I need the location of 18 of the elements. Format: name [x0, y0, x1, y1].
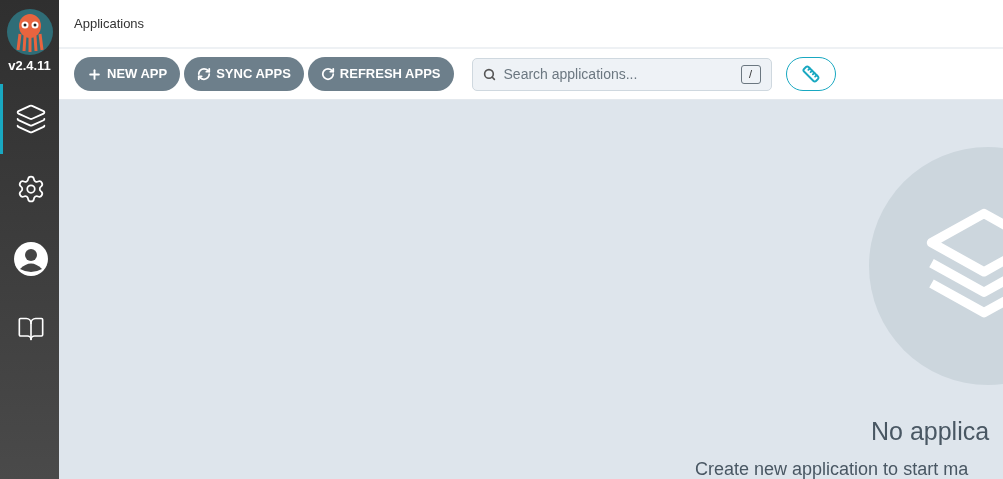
search-icon	[482, 67, 496, 81]
octopus-logo[interactable]	[6, 9, 53, 55]
version-label: v2.4.11	[8, 57, 51, 75]
toolbar-button[interactable]: REFRESH APPS	[307, 57, 454, 91]
search-input[interactable]: Search applications...	[503, 63, 733, 85]
toolbar-button[interactable]: SYNC APPS	[184, 57, 304, 91]
empty-state-title: No applica	[871, 419, 991, 444]
shortcut-key: /	[740, 64, 761, 84]
ruler-icon	[801, 65, 820, 83]
plus-icon	[87, 66, 102, 82]
user-icon	[14, 241, 48, 276]
empty-state-subtitle: Create new application to start ma	[695, 460, 970, 478]
page-title: Applications	[74, 14, 145, 33]
layers-icon	[15, 102, 47, 135]
toolbar-button[interactable]: NEW APP	[74, 57, 181, 91]
sync-icon	[197, 67, 212, 81]
refresh-icon	[320, 67, 335, 81]
search-field[interactable]: Search applications... /	[471, 57, 772, 91]
